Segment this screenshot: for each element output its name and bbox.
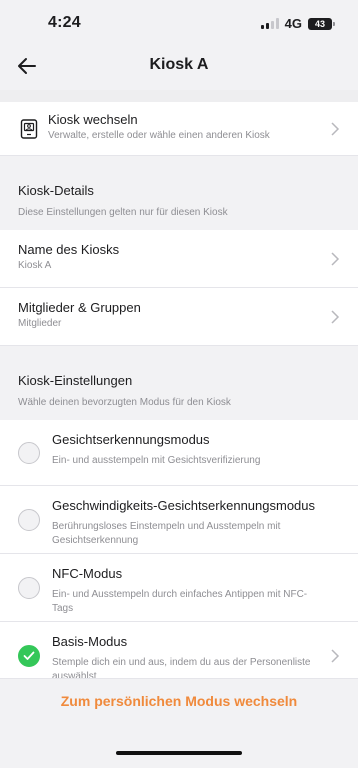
mode-option-basic[interactable]: Basis-Modus Stemple dich ein und aus, in… — [0, 622, 358, 678]
chevron-right-icon — [331, 251, 340, 266]
top-spacer — [0, 90, 358, 102]
mode-option-speed-face[interactable]: Geschwindigkeits-Gesichtserkennungsmodus… — [0, 486, 358, 554]
kiosk-device-icon — [20, 119, 38, 139]
kiosk-switch-row[interactable]: Kiosk wechseln Verwalte, erstelle oder w… — [0, 102, 358, 156]
mode-label: Geschwindigkeits-Gesichtserkennungsmodus — [52, 498, 316, 513]
phone-screen: 4:24 4G 43 Kiosk A Kiosk wechseln Verwal… — [0, 0, 358, 768]
mode-description: Ein- und ausstempeln mit Gesichtsverifiz… — [52, 455, 261, 466]
kiosk-settings-subtitle: Wähle deinen bevorzugten Modus für den K… — [18, 397, 231, 408]
mode-label: Gesichtserkennungsmodus — [52, 432, 210, 447]
chevron-right-icon — [331, 309, 340, 324]
nav-header: Kiosk A — [0, 46, 358, 88]
settings-list: Kiosk wechseln Verwalte, erstelle oder w… — [0, 90, 358, 678]
radio-button[interactable] — [18, 508, 40, 531]
battery-icon: 43 — [308, 17, 335, 30]
chevron-right-icon — [331, 121, 340, 136]
radio-button[interactable] — [18, 441, 40, 464]
chevron-right-icon — [331, 648, 340, 663]
checkmark-icon — [23, 651, 35, 660]
kiosk-details-subtitle: Diese Einstellungen gelten nur für diese… — [18, 207, 228, 218]
network-type: 4G — [284, 16, 302, 31]
status-time: 4:24 — [48, 14, 81, 31]
kiosk-name-value: Kiosk A — [18, 260, 52, 271]
status-indicators: 4G 43 — [260, 16, 335, 31]
kiosk-details-heading: Kiosk-Details — [18, 183, 94, 198]
kiosk-switch-label: Kiosk wechseln — [48, 112, 138, 127]
mode-description: Ein- und Ausstempeln durch einfaches Ant… — [52, 589, 308, 614]
kiosk-name-label: Name des Kiosks — [18, 242, 120, 257]
kiosk-settings-heading: Kiosk-Einstellungen — [18, 373, 133, 388]
kiosk-settings-header: Kiosk-Einstellungen Wähle deinen bevorzu… — [0, 346, 358, 420]
members-groups-value: Mitglieder — [18, 318, 62, 329]
kiosk-details-header: Kiosk-Details Diese Einstellungen gelten… — [0, 156, 358, 230]
footer-bar: Zum persönlichen Modus wechseln — [0, 678, 358, 768]
signal-icon — [260, 18, 279, 29]
kiosk-name-row[interactable]: Name des Kiosks Kiosk A — [0, 230, 358, 288]
status-bar: 4:24 4G 43 — [0, 0, 358, 46]
radio-button-selected[interactable] — [18, 644, 40, 667]
mode-label: Basis-Modus — [52, 634, 128, 649]
switch-personal-mode-button[interactable]: Zum persönlichen Modus wechseln — [0, 693, 358, 709]
mode-description: Stemple dich ein und aus, indem du aus d… — [52, 657, 311, 678]
mode-description: Berührungsloses Einstempeln und Ausstemp… — [52, 521, 281, 546]
members-groups-row[interactable]: Mitglieder & Gruppen Mitglieder — [0, 288, 358, 346]
kiosk-switch-subtitle: Verwalte, erstelle oder wähle einen ande… — [48, 130, 270, 141]
members-groups-label: Mitglieder & Gruppen — [18, 300, 141, 315]
mode-label: NFC-Modus — [52, 566, 123, 581]
mode-option-nfc[interactable]: NFC-Modus Ein- und Ausstempeln durch ein… — [0, 554, 358, 622]
home-indicator — [116, 751, 242, 755]
mode-option-face[interactable]: Gesichtserkennungsmodus Ein- und ausstem… — [0, 420, 358, 486]
radio-button[interactable] — [18, 576, 40, 599]
page-title: Kiosk A — [149, 56, 209, 73]
